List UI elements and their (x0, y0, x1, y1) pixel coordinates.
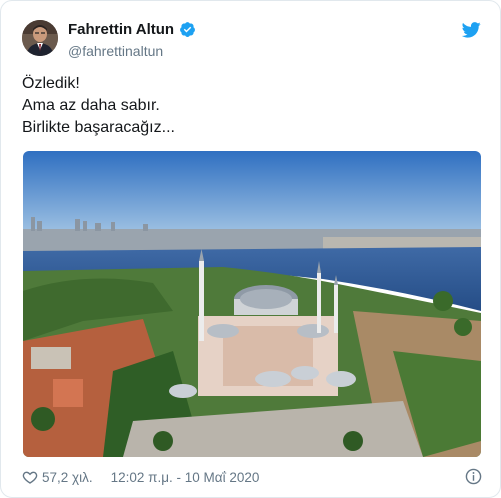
heart-icon[interactable] (22, 469, 38, 485)
twitter-bird-icon[interactable] (462, 22, 481, 38)
tweet-line-1: Özledik! (22, 75, 80, 92)
tweet-card: Fahrettin Altun @fahrettinaltun Özledik!… (0, 0, 501, 498)
tweet-photo[interactable] (23, 151, 481, 457)
author-name[interactable]: Fahrettin Altun (68, 21, 174, 38)
tweet-line-2: Ama az daha sabır. (22, 97, 160, 114)
hagia-sophia-aerial-image (23, 151, 481, 457)
avatar[interactable] (22, 20, 58, 56)
avatar-image (22, 20, 58, 56)
verified-icon (180, 22, 196, 37)
like-count[interactable]: 57,2 χιλ. (42, 470, 93, 485)
info-icon[interactable] (465, 468, 482, 485)
author-handle[interactable]: @fahrettinaltun (68, 43, 163, 59)
tweet-line-3: Birlikte başaracağız... (22, 119, 175, 136)
tweet-footer: 57,2 χιλ. 12:02 π.μ. - 10 Μαΐ 2020 (22, 467, 482, 487)
author-name-row[interactable]: Fahrettin Altun (68, 21, 196, 38)
timestamp[interactable]: 12:02 π.μ. - 10 Μαΐ 2020 (111, 470, 260, 485)
tweet-text: Özledik! Ama az daha sabır. Birlikte baş… (22, 73, 175, 139)
